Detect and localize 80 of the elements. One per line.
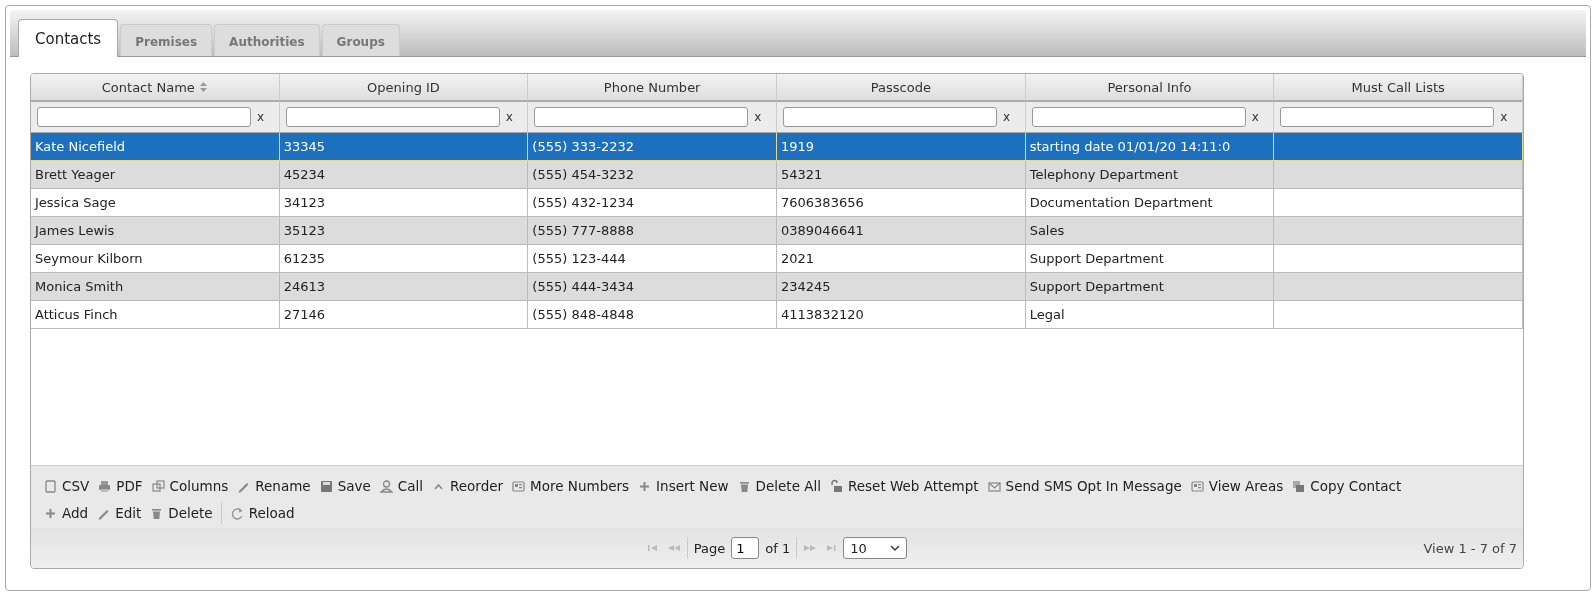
clear-filter-button[interactable]: x [1003, 110, 1011, 124]
toolbar-button[interactable]: Columns [150, 478, 229, 494]
table-cell: Atticus Finch [31, 301, 280, 329]
toolbar-button[interactable]: Reload [229, 505, 295, 521]
table-cell: 4113832120 [777, 301, 1026, 329]
toolbar-button[interactable]: Delete All [736, 478, 821, 494]
filter-field[interactable] [534, 107, 749, 127]
toolbar-button[interactable]: Call [378, 478, 423, 494]
card-icon [511, 478, 527, 494]
chevron-down-icon [890, 545, 901, 551]
table-cell: Brett Yeager [31, 161, 280, 189]
filter-field[interactable] [285, 107, 500, 127]
table-cell: (555) 454-3232 [528, 161, 777, 189]
copy-icon [1291, 478, 1307, 494]
table-cell: Legal [1025, 301, 1275, 329]
toolbar-button[interactable]: Delete [149, 505, 213, 521]
table-cell: (555) 444-3434 [528, 273, 777, 301]
lock-icon [828, 478, 844, 494]
table-cell: Support Department [1025, 273, 1275, 301]
table-cell: 45234 [279, 161, 529, 189]
table-cell: 33345 [279, 133, 529, 161]
record-summary: View 1 - 7 of 7 [1423, 540, 1517, 556]
toolbar-button[interactable]: Rename [236, 478, 311, 494]
clear-filter-button[interactable]: x [1251, 110, 1259, 124]
document-icon [43, 478, 58, 494]
toolbar-button[interactable]: Send SMS Opt In Message [986, 478, 1182, 494]
save-icon [318, 478, 334, 494]
clear-filter-button[interactable]: x [754, 110, 762, 124]
table-cell: Sales [1025, 217, 1275, 245]
table-cell: 1919 [777, 133, 1026, 161]
table-cell: (555) 848-4848 [528, 301, 777, 329]
toolbar-button[interactable]: Reset Web Attempt [828, 478, 979, 494]
person-icon [378, 478, 394, 494]
filter-field[interactable] [37, 107, 251, 127]
table-cell: 0389046641 [777, 217, 1026, 245]
card-icon [1189, 478, 1205, 494]
table-cell: 35123 [279, 217, 529, 245]
page-label: Page [693, 540, 726, 556]
printer-icon [97, 478, 113, 494]
filter-field[interactable] [1280, 107, 1495, 127]
page-field[interactable]: 1 [731, 537, 760, 559]
table-cell: James Lewis [31, 217, 280, 245]
table-cell: 27146 [279, 301, 529, 329]
toolbar-button[interactable]: Add [43, 505, 89, 521]
filter-field[interactable] [1031, 107, 1246, 127]
toolbar-button[interactable]: Insert New [637, 478, 729, 494]
filter-field[interactable] [783, 107, 997, 127]
page-size-dropdown[interactable]: 10 [843, 537, 908, 559]
table-cell: 234245 [777, 273, 1026, 301]
columns-icon [150, 478, 166, 494]
table-cell: Telephony Department [1025, 161, 1275, 189]
table-cell: starting date 01/01/20 14:11:0 [1025, 133, 1275, 161]
toolbar-button[interactable]: Reorder [431, 478, 504, 494]
clear-filter-button[interactable]: x [1500, 110, 1508, 124]
table-cell: 24613 [279, 273, 529, 301]
column-header[interactable]: Contact Name [31, 74, 280, 102]
column-header[interactable]: Phone Number [528, 74, 777, 102]
table-cell: 54321 [777, 161, 1026, 189]
toolbar-button[interactable]: More Numbers [511, 478, 630, 494]
reload-icon [229, 505, 245, 521]
toolbar-button[interactable]: View Areas [1189, 478, 1284, 494]
table-cell: Kate Nicefield [31, 133, 280, 161]
toolbar-button[interactable]: Edit [96, 505, 142, 521]
column-header[interactable]: Personal Info [1025, 74, 1275, 102]
table-cell: (555) 333-2232 [528, 133, 777, 161]
tab[interactable]: Contacts [18, 19, 119, 57]
toolbar-button[interactable]: Save [318, 478, 371, 494]
previous-page-icon[interactable] [666, 543, 681, 553]
column-header[interactable]: Opening ID [279, 74, 529, 102]
toolbar-button[interactable]: Copy Contact [1291, 478, 1402, 494]
clear-filter-button[interactable]: x [257, 110, 265, 124]
page-count: of 1 [765, 540, 791, 556]
table-cell: Monica Smith [31, 273, 280, 301]
next-page-icon[interactable] [803, 543, 818, 553]
clear-filter-button[interactable]: x [505, 110, 513, 124]
column-header[interactable]: Must Call Lists [1274, 74, 1523, 102]
table-cell: (555) 777-8888 [528, 217, 777, 245]
toolbar-button[interactable]: PDF [97, 478, 143, 494]
toolbar-button[interactable]: CSV [43, 478, 90, 494]
column-header[interactable]: Passcode [777, 74, 1026, 102]
